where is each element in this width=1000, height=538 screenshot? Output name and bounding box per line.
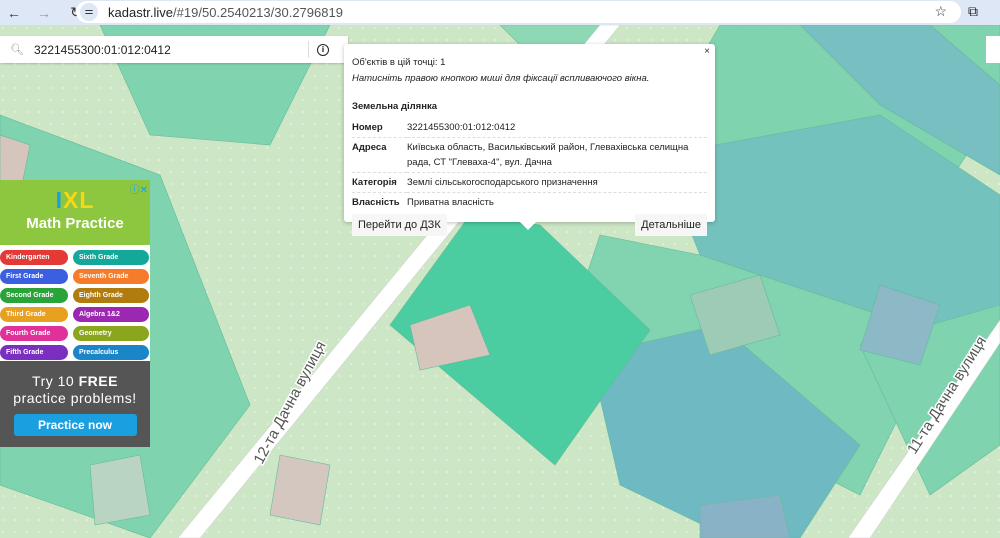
search-input[interactable]: [33, 42, 304, 57]
ad-grade-list: Kindergarten Sixth Grade First Grade Sevent…: [0, 245, 150, 360]
ad-close-icon[interactable]: ⓘ✕: [130, 181, 148, 196]
ad-grade-item[interactable]: Kindergarten: [0, 250, 68, 265]
url-path: /#19/50.2540213/30.2796819: [173, 4, 343, 20]
close-icon[interactable]: ×: [704, 46, 710, 57]
popup-heading: Земельна ділянка: [352, 101, 437, 112]
url-text: kadastr.live/#19/50.2540213/30.2796819: [108, 5, 343, 20]
advertisement[interactable]: ⓘ✕ IXL Math Practice Kindergarten Sixth G…: [0, 180, 150, 447]
divider: [307, 41, 309, 58]
ad-grade-item[interactable]: First Grade: [0, 269, 68, 284]
building: [269, 454, 331, 526]
layers-button[interactable]: [986, 36, 1000, 63]
ad-grade-item[interactable]: Seventh Grade: [73, 269, 149, 284]
ad-grade-item[interactable]: Precalculus: [73, 345, 149, 360]
table-row: Номер 3221455300:01:012:0412: [352, 118, 707, 138]
browser-toolbar: ← → ↻ ⚌ kadastr.live/#19/50.2540213/30.2…: [0, 0, 1000, 25]
building: [89, 454, 151, 526]
cadastral-search-bar: 🔍︎ i: [0, 36, 348, 63]
row-key: Адреса: [352, 137, 407, 173]
row-key: Власність: [352, 197, 400, 208]
site-settings-icon[interactable]: ⚌: [80, 3, 98, 21]
bookmark-star-icon[interactable]: ☆: [934, 3, 947, 20]
row-value: Землі сільськогосподарського призначення: [407, 172, 707, 193]
table-row: Адреса Київська область, Васильківський р…: [352, 137, 707, 173]
parcel-info-table: Номер 3221455300:01:012:0412 Адреса Київсь…: [352, 118, 707, 212]
ad-promo: Try 10 FREE practice problems!: [0, 373, 150, 407]
ad-grade-item[interactable]: Eighth Grade: [73, 288, 149, 303]
parcel-popup: × Об'єктів в цій точці: 1 Натисніть прав…: [344, 44, 715, 236]
go-to-dzk-button[interactable]: Перейти до ДЗК: [352, 214, 447, 236]
row-value: Приватна власність: [407, 197, 494, 208]
objects-count: Об'єктів в цій точці: 1: [352, 57, 446, 68]
address-bar[interactable]: ⚌ kadastr.live/#19/50.2540213/30.2796819…: [76, 1, 961, 23]
extensions-icon[interactable]: ⧉: [968, 3, 978, 20]
ad-logo: IXL: [55, 187, 95, 213]
ad-grade-item[interactable]: Third Grade: [0, 307, 68, 322]
ad-grade-item[interactable]: Algebra 1&2: [73, 307, 149, 322]
ad-title: Math Practice: [26, 215, 124, 232]
row-key: Номер: [352, 118, 407, 138]
practice-now-button[interactable]: Practice now: [13, 414, 137, 436]
promo-text-2: practice problems!: [13, 390, 137, 406]
ad-grade-item[interactable]: Fifth Grade: [0, 345, 68, 360]
row-value: Київська область, Васильківський район, …: [407, 137, 707, 173]
ad-grade-item[interactable]: Second Grade: [0, 288, 68, 303]
table-row: Категорія Землі сільськогосподарського пр…: [352, 172, 707, 193]
search-icon: 🔍︎: [10, 44, 24, 56]
table-row: Власність Приватна власність: [352, 193, 707, 213]
ad-grade-item[interactable]: Geometry: [73, 326, 149, 341]
row-value: 3221455300:01:012:0412: [407, 118, 707, 138]
promo-text: Try 10: [32, 373, 79, 389]
back-icon[interactable]: ←: [6, 5, 22, 21]
ad-grade-item[interactable]: Fourth Grade: [0, 326, 68, 341]
ad-grade-item[interactable]: Sixth Grade: [73, 250, 149, 265]
details-button[interactable]: Детальніше: [635, 214, 707, 236]
popup-hint: Натисніть правою кнопкою миші для фіксац…: [352, 73, 650, 84]
forward-icon[interactable]: →: [36, 5, 52, 21]
promo-free: FREE: [78, 373, 118, 389]
url-host: kadastr.live: [108, 4, 174, 20]
info-icon[interactable]: i: [316, 43, 329, 56]
row-key: Категорія: [352, 172, 407, 193]
